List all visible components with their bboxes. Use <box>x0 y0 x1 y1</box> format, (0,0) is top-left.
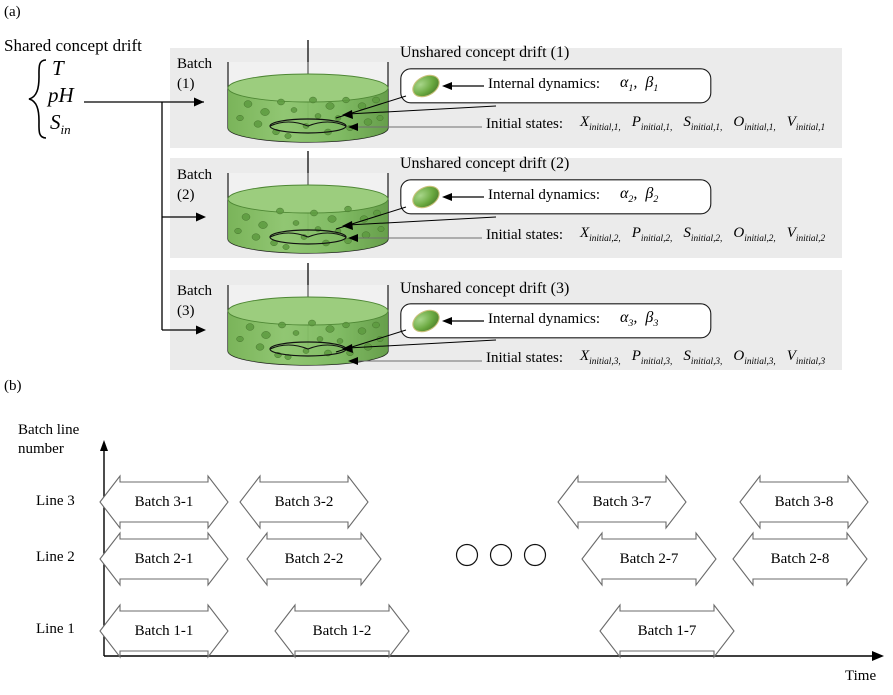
batch-arrow-label: Batch 3-1 <box>134 493 194 510</box>
batch-arrow-label: Batch 3-2 <box>274 493 334 510</box>
batch-arrow[interactable]: Batch 1-2 <box>274 603 410 659</box>
batch-arrow-label: Batch 2-2 <box>284 550 344 567</box>
batch-arrow[interactable]: Batch 1-1 <box>99 603 229 659</box>
batch-arrow-label: Batch 1-7 <box>637 622 697 639</box>
batch-arrow[interactable]: Batch 3-2 <box>239 474 369 530</box>
batch-arrow[interactable]: Batch 2-2 <box>246 531 382 587</box>
batch-arrow[interactable]: Batch 2-1 <box>99 531 229 587</box>
batch-arrow[interactable]: Batch 3-8 <box>739 474 869 530</box>
batch-arrow[interactable]: Batch 1-7 <box>599 603 735 659</box>
batch-arrow[interactable]: Batch 3-7 <box>557 474 687 530</box>
batch-arrow[interactable]: Batch 3-1 <box>99 474 229 530</box>
batch-arrows-layer: Batch 3-1 Batch 3-2 Batch 3-7 Batch 3-8 Batc… <box>0 0 893 695</box>
batch-arrow-label: Batch 1-2 <box>312 622 372 639</box>
batch-arrow-label: Batch 2-7 <box>619 550 679 567</box>
batch-arrow-label: Batch 1-1 <box>134 622 194 639</box>
batch-arrow[interactable]: Batch 2-7 <box>581 531 717 587</box>
batch-arrow-label: Batch 2-8 <box>770 550 830 567</box>
batch-arrow-label: Batch 3-7 <box>592 493 652 510</box>
batch-arrow[interactable]: Batch 2-8 <box>732 531 868 587</box>
batch-arrow-label: Batch 2-1 <box>134 550 194 567</box>
batch-arrow-label: Batch 3-8 <box>774 493 834 510</box>
